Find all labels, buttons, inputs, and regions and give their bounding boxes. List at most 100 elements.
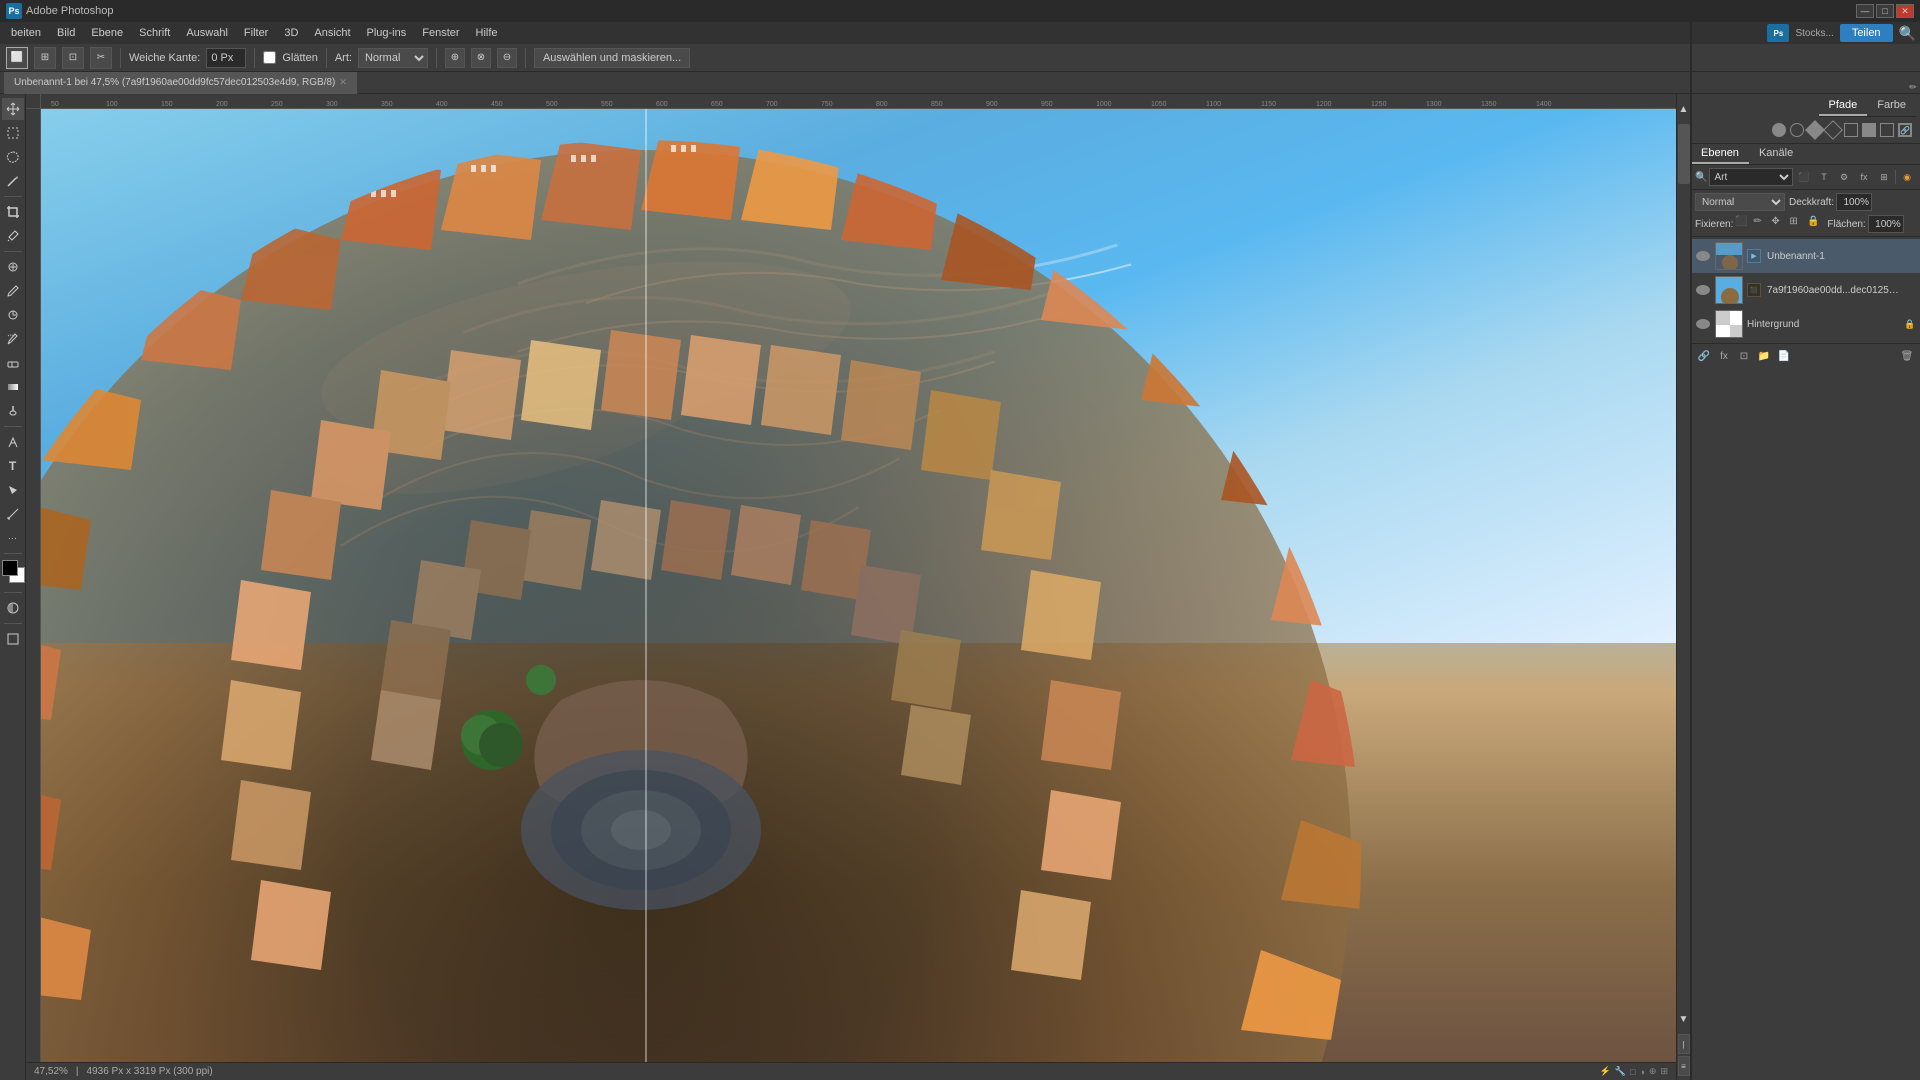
- layer-2-visibility[interactable]: [1695, 285, 1711, 295]
- heal-tool[interactable]: [2, 256, 24, 278]
- flaechen-input[interactable]: [1868, 215, 1904, 233]
- new-group-btn[interactable]: 📁: [1755, 347, 1773, 365]
- tab-close-icon[interactable]: ✕: [339, 77, 347, 88]
- lock-artboard-btn[interactable]: ⊞: [1789, 216, 1805, 232]
- path-selection-tool[interactable]: [2, 479, 24, 501]
- foreground-color[interactable]: [2, 560, 18, 576]
- diamond-outline-icon[interactable]: [1823, 120, 1843, 140]
- minimize-button[interactable]: —: [1856, 4, 1874, 18]
- lasso-tool[interactable]: [2, 146, 24, 168]
- options-icon-btn[interactable]: ⊕: [445, 48, 465, 68]
- options-subtract-btn[interactable]: ⊖: [497, 48, 517, 68]
- close-button[interactable]: ✕: [1896, 4, 1914, 18]
- diamond-shape-icon[interactable]: [1805, 120, 1825, 140]
- kanaele-tab[interactable]: Kanäle: [1749, 144, 1803, 164]
- blend-mode-select[interactable]: Normal Multiplizieren Abdunkeln: [1695, 193, 1785, 211]
- menu-plugins[interactable]: Plug-ins: [360, 25, 414, 41]
- pencil-icon[interactable]: ✏: [1907, 82, 1919, 94]
- pen-tool[interactable]: [2, 431, 24, 453]
- canvas-area[interactable]: 50 100 150 200 250 300 350 400 450 500 5…: [26, 94, 1676, 1080]
- statusbar-icon-1[interactable]: ⚡: [1600, 1066, 1611, 1077]
- layer-3-visibility[interactable]: [1695, 319, 1711, 329]
- ebenen-tb-btn-2[interactable]: T: [1815, 168, 1833, 186]
- lock-pixels-btn[interactable]: ✏: [1753, 216, 1769, 232]
- dodge-tool[interactable]: [2, 400, 24, 422]
- crop-tool[interactable]: [2, 201, 24, 223]
- ebenen-tb-btn-4[interactable]: fx: [1855, 168, 1873, 186]
- menu-auswahl[interactable]: Auswahl: [179, 25, 235, 41]
- add-style-btn[interactable]: fx: [1715, 347, 1733, 365]
- lock-all-btn[interactable]: 🔒: [1807, 216, 1823, 232]
- layer-item-2[interactable]: ⬛ 7a9f1960ae00dd...dec012503e4d9: [1691, 273, 1920, 307]
- farbe-tab[interactable]: Farbe: [1867, 96, 1916, 116]
- options-btn-3[interactable]: ⊡: [62, 47, 84, 69]
- menu-schrift[interactable]: Schrift: [132, 25, 177, 41]
- eyedropper-tool[interactable]: [2, 225, 24, 247]
- glatt-checkbox[interactable]: [263, 51, 276, 64]
- options-intersect-btn[interactable]: ⊗: [471, 48, 491, 68]
- lock-transparent-btn[interactable]: ⬛: [1735, 216, 1751, 232]
- right-tool-b[interactable]: ≡: [1678, 1056, 1690, 1076]
- scroll-down-btn[interactable]: ▼: [1678, 1008, 1690, 1030]
- layer-item-3[interactable]: Hintergrund 🔒: [1691, 307, 1920, 341]
- statusbar-icon-2[interactable]: 🔧: [1615, 1066, 1626, 1077]
- eye-icon-2[interactable]: [1696, 285, 1710, 295]
- rectangular-marquee-tool[interactable]: [2, 122, 24, 144]
- ebenen-tb-btn-5[interactable]: ⊞: [1875, 168, 1893, 186]
- art-select[interactable]: Normal Fest Verstärkt: [358, 48, 428, 68]
- ebenen-filter-toggle[interactable]: ◉: [1898, 168, 1916, 186]
- type-tool[interactable]: T: [2, 455, 24, 477]
- rect-outline-icon[interactable]: [1880, 123, 1894, 137]
- menu-ebene[interactable]: Ebene: [84, 25, 130, 41]
- filled-square-icon[interactable]: [1862, 123, 1876, 137]
- ebenen-tb-btn-3[interactable]: ⚙: [1835, 168, 1853, 186]
- brush-tool[interactable]: [2, 280, 24, 302]
- search-icon[interactable]: 🔍: [1899, 25, 1916, 42]
- statusbar-icon-5[interactable]: ⊕: [1649, 1066, 1657, 1077]
- select-mask-button[interactable]: Auswählen und maskieren...: [534, 48, 690, 68]
- extra-tools[interactable]: ···: [2, 527, 24, 549]
- move-tool[interactable]: [2, 98, 24, 120]
- add-mask-btn[interactable]: ⊡: [1735, 347, 1753, 365]
- options-btn-2[interactable]: ⊞: [34, 47, 56, 69]
- right-tool-a[interactable]: |: [1678, 1034, 1690, 1054]
- scroll-thumb[interactable]: [1678, 124, 1690, 184]
- options-btn-4[interactable]: ✂: [90, 47, 112, 69]
- eye-icon-1[interactable]: [1696, 251, 1710, 261]
- layer-filter-select[interactable]: Art Name Effekt: [1709, 168, 1793, 186]
- gradient-tool[interactable]: [2, 376, 24, 398]
- feather-input[interactable]: [206, 48, 246, 68]
- screen-mode-tool[interactable]: [2, 628, 24, 650]
- menu-bild[interactable]: Bild: [50, 25, 82, 41]
- canvas-image[interactable]: [41, 109, 1676, 1080]
- measure-tool[interactable]: [2, 503, 24, 525]
- deckkraft-input[interactable]: [1836, 193, 1872, 211]
- share-button[interactable]: Teilen: [1840, 24, 1893, 42]
- magic-wand-tool[interactable]: [2, 170, 24, 192]
- menu-filter[interactable]: Filter: [237, 25, 275, 41]
- link-layers-btn[interactable]: 🔗: [1695, 347, 1713, 365]
- menu-ansicht[interactable]: Ansicht: [307, 25, 357, 41]
- layer-item-1[interactable]: ▶ Unbenannt-1: [1691, 239, 1920, 273]
- statusbar-icon-6[interactable]: ⊞: [1660, 1066, 1668, 1077]
- circle-outline-icon[interactable]: [1790, 123, 1804, 137]
- lock-position-btn[interactable]: ✥: [1771, 216, 1787, 232]
- square-shape-icon[interactable]: [1844, 123, 1858, 137]
- circle-shape-icon[interactable]: [1772, 123, 1786, 137]
- document-tab[interactable]: Unbenannt-1 bei 47,5% (7a9f1960ae00dd9fc…: [4, 72, 358, 94]
- link-icon[interactable]: 🔗: [1898, 123, 1912, 137]
- statusbar-icon-3[interactable]: □: [1630, 1067, 1635, 1077]
- eraser-tool[interactable]: [2, 352, 24, 374]
- maximize-button[interactable]: □: [1876, 4, 1894, 18]
- delete-layer-btn[interactable]: 🗑: [1898, 347, 1916, 365]
- menu-hilfe[interactable]: Hilfe: [469, 25, 505, 41]
- menu-fenster[interactable]: Fenster: [415, 25, 466, 41]
- quick-mask-tool[interactable]: [2, 597, 24, 619]
- statusbar-icon-4[interactable]: ◑: [1639, 1067, 1644, 1077]
- ebenen-tab[interactable]: Ebenen: [1691, 144, 1749, 164]
- menu-3d[interactable]: 3D: [277, 25, 305, 41]
- layer-1-visibility[interactable]: [1695, 251, 1711, 261]
- ebenen-tb-btn-1[interactable]: ⬛: [1795, 168, 1813, 186]
- menu-beiten[interactable]: beiten: [4, 25, 48, 41]
- scroll-up-btn[interactable]: ▲: [1678, 98, 1690, 120]
